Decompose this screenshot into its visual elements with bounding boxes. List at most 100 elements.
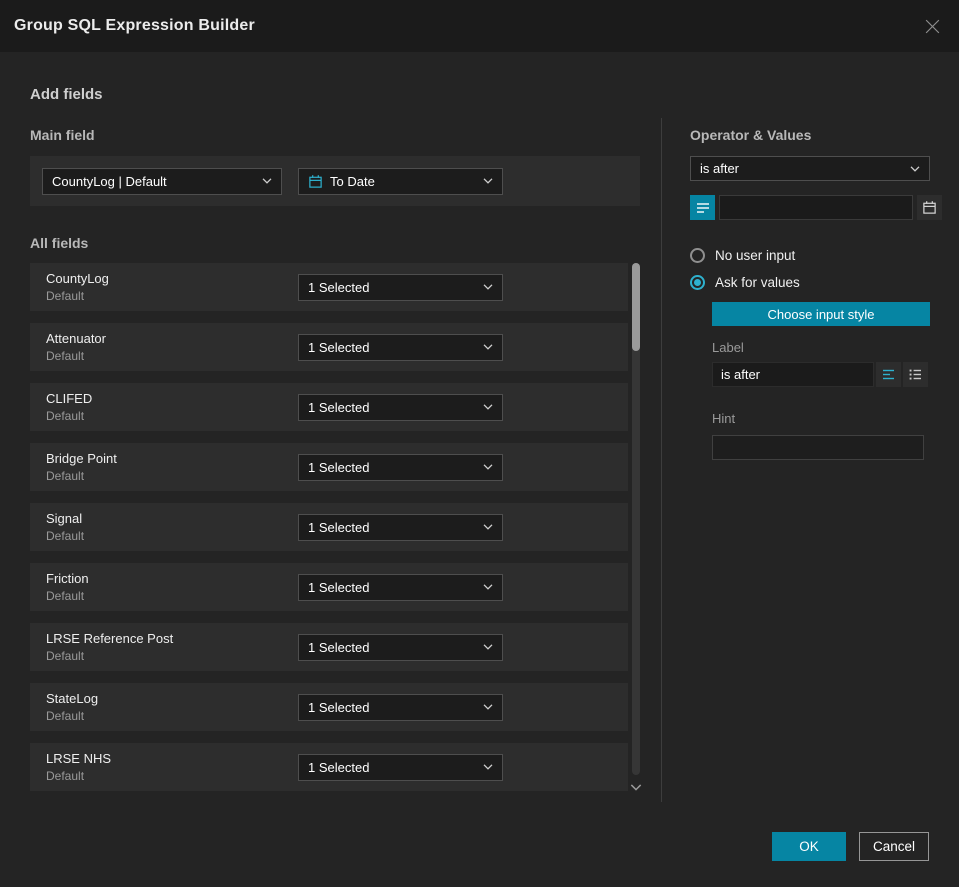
- field-name: Attenuator: [46, 331, 106, 346]
- field-row: Friction Default 1 Selected: [30, 563, 628, 611]
- all-fields-area: CountyLog Default 1 Selected Attenuator …: [30, 263, 661, 803]
- single-line-style-button[interactable]: [876, 362, 901, 387]
- operator-select-value: is after: [700, 161, 740, 176]
- chevron-down-icon: [475, 704, 493, 710]
- fields-panel: Add fields Main field CountyLog | Defaul…: [0, 86, 661, 803]
- choose-input-style-button[interactable]: Choose input style: [712, 302, 930, 326]
- calendar-icon: [922, 200, 937, 215]
- date-value-row: [690, 195, 942, 220]
- field-info: Attenuator Default: [46, 331, 298, 363]
- scrollbar-down-arrow[interactable]: [630, 784, 642, 791]
- field-name: CountyLog: [46, 271, 109, 286]
- field-row: Signal Default 1 Selected: [30, 503, 628, 551]
- chevron-down-icon: [475, 764, 493, 770]
- date-field-select[interactable]: To Date: [298, 167, 503, 195]
- field-values-select[interactable]: 1 Selected: [298, 573, 503, 601]
- field-values-select[interactable]: 1 Selected: [298, 393, 503, 421]
- main-field-select-value: CountyLog | Default: [52, 173, 167, 189]
- field-values-select-value: 1 Selected: [308, 339, 370, 355]
- date-field-select-value: To Date: [330, 173, 375, 189]
- field-values-select[interactable]: 1 Selected: [298, 453, 503, 481]
- field-values-select[interactable]: 1 Selected: [298, 513, 503, 541]
- calendar-icon: [308, 174, 323, 189]
- chevron-down-icon: [475, 404, 493, 410]
- field-values-select-value: 1 Selected: [308, 279, 370, 295]
- field-values-select[interactable]: 1 Selected: [298, 753, 503, 781]
- hint-field-label: Hint: [712, 411, 736, 426]
- radio-selected-icon[interactable]: [690, 275, 705, 290]
- radio-ask-for-values-label: Ask for values: [715, 275, 800, 290]
- scrollbar: [630, 263, 642, 791]
- chevron-down-icon: [475, 644, 493, 650]
- field-values-select-value: 1 Selected: [308, 519, 370, 535]
- field-name: Friction: [46, 571, 89, 586]
- dialog-footer: OK Cancel: [772, 832, 929, 861]
- all-fields-label: All fields: [30, 235, 89, 251]
- field-values-select-value: 1 Selected: [308, 399, 370, 415]
- field-subtitle: Default: [46, 409, 85, 423]
- label-input[interactable]: [712, 362, 874, 387]
- field-info: StateLog Default: [46, 691, 298, 723]
- calendar-picker-button[interactable]: [917, 195, 942, 220]
- field-subtitle: Default: [46, 769, 85, 783]
- field-values-select[interactable]: 1 Selected: [298, 633, 503, 661]
- scrollbar-thumb[interactable]: [632, 263, 640, 351]
- list-style-button[interactable]: [903, 362, 928, 387]
- field-info: CLIFED Default: [46, 391, 298, 423]
- date-value-input[interactable]: [719, 195, 913, 220]
- field-values-select-value: 1 Selected: [308, 639, 370, 655]
- field-name: Bridge Point: [46, 451, 117, 466]
- main-field-label: Main field: [30, 127, 95, 143]
- dialog-header: Group SQL Expression Builder: [0, 0, 959, 52]
- field-name: CLIFED: [46, 391, 93, 406]
- field-row: LRSE Reference Post Default 1 Selected: [30, 623, 628, 671]
- field-info: Friction Default: [46, 571, 298, 603]
- field-values-select[interactable]: 1 Selected: [298, 693, 503, 721]
- cancel-button[interactable]: Cancel: [859, 832, 929, 861]
- field-info: CountyLog Default: [46, 271, 298, 303]
- radio-no-user-input-label: No user input: [715, 248, 796, 263]
- chevron-down-icon: [254, 178, 272, 184]
- dialog-title: Group SQL Expression Builder: [14, 17, 255, 34]
- field-subtitle: Default: [46, 349, 85, 363]
- field-subtitle: Default: [46, 589, 85, 603]
- field-name: LRSE NHS: [46, 751, 112, 766]
- radio-circle-icon[interactable]: [690, 248, 705, 263]
- radio-ask-for-values[interactable]: Ask for values: [690, 275, 930, 290]
- field-subtitle: Default: [46, 529, 85, 543]
- vertical-divider: [661, 118, 662, 802]
- field-subtitle: Default: [46, 649, 85, 663]
- field-values-select-value: 1 Selected: [308, 699, 370, 715]
- operator-select[interactable]: is after: [690, 156, 930, 181]
- label-field-label: Label: [712, 340, 744, 355]
- main-field-select[interactable]: CountyLog | Default: [42, 167, 282, 195]
- field-subtitle: Default: [46, 289, 85, 303]
- field-name: Signal: [46, 511, 83, 526]
- value-list-button[interactable]: [690, 195, 715, 220]
- field-row: StateLog Default 1 Selected: [30, 683, 628, 731]
- field-values-select[interactable]: 1 Selected: [298, 333, 503, 361]
- value-list-icon: [696, 201, 710, 215]
- operator-values-heading: Operator & Values: [690, 127, 812, 143]
- chevron-down-icon: [902, 165, 920, 172]
- field-row: Attenuator Default 1 Selected: [30, 323, 628, 371]
- operator-values-panel: Operator & Values is after No user input…: [690, 127, 942, 460]
- field-values-select-value: 1 Selected: [308, 759, 370, 775]
- chevron-down-icon: [475, 524, 493, 530]
- radio-no-user-input[interactable]: No user input: [690, 248, 930, 263]
- field-info: LRSE Reference Post Default: [46, 631, 298, 663]
- field-values-select-value: 1 Selected: [308, 579, 370, 595]
- field-values-select[interactable]: 1 Selected: [298, 273, 503, 301]
- hint-input[interactable]: [712, 435, 924, 460]
- add-fields-heading: Add fields: [30, 86, 103, 103]
- chevron-down-icon: [475, 178, 493, 184]
- field-name: LRSE Reference Post: [46, 631, 174, 646]
- label-input-row: [712, 362, 930, 387]
- field-subtitle: Default: [46, 469, 85, 483]
- field-info: Bridge Point Default: [46, 451, 298, 483]
- field-row: Bridge Point Default 1 Selected: [30, 443, 628, 491]
- chevron-down-icon: [475, 344, 493, 350]
- ok-button[interactable]: OK: [772, 832, 846, 861]
- close-button[interactable]: [924, 18, 941, 35]
- field-name: StateLog: [46, 691, 99, 706]
